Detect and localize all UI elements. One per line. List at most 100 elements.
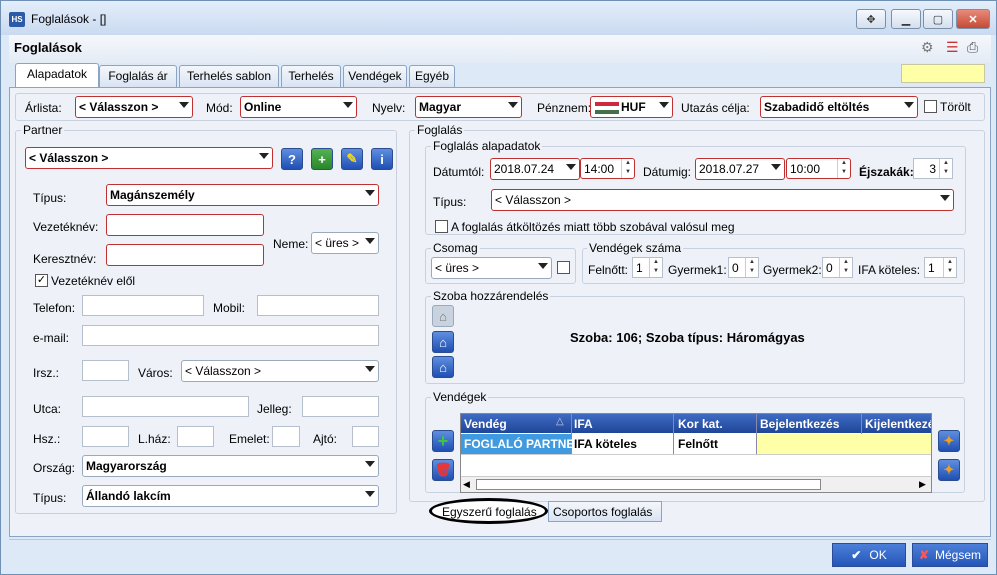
gyermek2-input[interactable]: 0 ▲ ▼ xyxy=(822,257,853,278)
gyermek2-label: Gyermek2: xyxy=(763,263,822,277)
irsz-label: Irsz.: xyxy=(33,366,59,380)
time-to-input[interactable]: 10:00 ▲ ▼ xyxy=(786,158,851,179)
ejszakak-input[interactable]: 3 ▲ ▼ xyxy=(913,158,953,179)
col-bejelentkezes[interactable]: Bejelentkezés xyxy=(760,417,839,431)
tab-csoportos-label: Csoportos foglalás xyxy=(553,505,653,519)
settings-icon[interactable]: ⚙ xyxy=(921,39,934,56)
move-icon[interactable]: ✥ xyxy=(856,9,886,29)
room-edit-icon[interactable]: ⌂ xyxy=(432,331,454,353)
list-icon[interactable]: ☰ xyxy=(946,39,959,56)
minimize-button[interactable]: ▁ xyxy=(891,9,921,29)
tab-terheles-sablon[interactable]: Terhelés sablon xyxy=(179,65,279,87)
lhaz-label: L.ház: xyxy=(138,432,171,446)
arlista-select[interactable]: < Válasszon > xyxy=(75,96,193,118)
gyermek1-input[interactable]: 0 ▲ ▼ xyxy=(728,257,759,278)
check-icon: ✔ xyxy=(851,548,862,562)
guest-action1-icon[interactable]: ✦ xyxy=(938,430,960,452)
orszag-label: Ország: xyxy=(33,461,76,475)
room-add-icon[interactable]: ⌂ xyxy=(432,305,454,327)
scroll-left-icon[interactable]: ◀ xyxy=(463,479,470,490)
hsz-input[interactable] xyxy=(82,426,129,447)
emelet-input[interactable] xyxy=(272,426,300,447)
edit-icon[interactable]: ✎ xyxy=(341,148,363,170)
telefon-input[interactable] xyxy=(82,295,204,316)
email-input[interactable] xyxy=(82,325,379,346)
guest-delete-icon[interactable]: 🗑 xyxy=(432,459,454,481)
gyermek1-label: Gyermek1: xyxy=(668,263,727,277)
datumig-label: Dátumig: xyxy=(643,165,692,179)
ifa-label: IFA köteles: xyxy=(858,263,921,277)
main-window: HS Foglalások - [] ✥ ▁ ▢ ✕ Foglalások ⚙ … xyxy=(0,0,997,575)
felnott-label: Felnőtt: xyxy=(588,263,629,277)
foglalas-tipus-select[interactable]: < Válasszon > xyxy=(491,189,954,211)
neme-select[interactable]: < üres > xyxy=(311,232,379,254)
scroll-thumb[interactable] xyxy=(476,479,821,490)
col-vendeg[interactable]: Vendég xyxy=(464,417,507,431)
tipus-select[interactable]: Magánszemély xyxy=(106,184,379,206)
penznem-label: Pénznem: xyxy=(537,101,592,115)
tipus2-label: Típus: xyxy=(33,491,67,505)
ok-button[interactable]: ✔ OK xyxy=(832,543,906,567)
lhaz-input[interactable] xyxy=(177,426,214,447)
info-icon[interactable]: i xyxy=(371,148,393,170)
hungary-flag-icon xyxy=(595,102,619,114)
guest-add-icon[interactable]: + xyxy=(432,430,454,452)
tipus2-select[interactable]: Állandó lakcím xyxy=(82,485,379,507)
emelet-label: Emelet: xyxy=(229,432,270,446)
vezeteknev-input[interactable] xyxy=(106,214,264,236)
keresztnev-input[interactable] xyxy=(106,244,264,266)
ifa-input[interactable]: 1 ▲ ▼ xyxy=(924,257,957,278)
csomag-checkbox[interactable] xyxy=(557,261,570,274)
torolt-checkbox[interactable] xyxy=(924,100,937,113)
tab-vendegek[interactable]: Vendégek xyxy=(343,65,407,87)
partner-select[interactable]: < Válasszon > xyxy=(25,147,273,169)
tab-foglalas-ar[interactable]: Foglalás ár xyxy=(99,65,177,87)
szoba-info: Szoba: 106; Szoba típus: Háromágyas xyxy=(570,330,805,345)
orszag-select[interactable]: Magyarország xyxy=(82,455,379,477)
scroll-right-icon[interactable]: ▶ xyxy=(919,479,926,490)
datumtol-picker[interactable]: 2018.07.24 xyxy=(490,158,580,180)
atkoltozes-checkbox[interactable] xyxy=(435,220,448,233)
jelleg-input[interactable] xyxy=(302,396,379,417)
guest-action2-icon[interactable]: ✦ xyxy=(938,459,960,481)
help-icon[interactable]: ? xyxy=(281,148,303,170)
col-kijelentkezes[interactable]: Kijelentkezé xyxy=(865,417,931,431)
app-icon: HS xyxy=(9,12,25,27)
felnott-input[interactable]: 1 ▲ ▼ xyxy=(632,257,663,278)
room-remove-icon[interactable]: ⌂ xyxy=(432,356,454,378)
status-field xyxy=(901,64,985,83)
tab-terheles[interactable]: Terhelés xyxy=(281,65,341,87)
cancel-button[interactable]: ✘ Mégsem xyxy=(912,543,988,567)
guest-table: Vendég △ IFA Kor kat. Bejelentkezés Kije… xyxy=(460,413,932,493)
cell-vendeg: FOGLALÓ PARTNER xyxy=(464,437,584,451)
tab-egyeb[interactable]: Egyéb xyxy=(409,65,455,87)
nyelv-select[interactable]: Magyar xyxy=(415,96,522,118)
mod-select[interactable]: Online xyxy=(240,96,357,118)
irsz-input[interactable] xyxy=(82,360,129,381)
cancel-icon: ✘ xyxy=(918,548,930,562)
col-ifa[interactable]: IFA xyxy=(574,417,593,431)
mobil-input[interactable] xyxy=(257,295,379,316)
page-title: Foglalások xyxy=(14,40,82,55)
utazas-select[interactable]: Szabadidő eltöltés xyxy=(760,96,918,118)
szoba-title: Szoba hozzárendelés xyxy=(431,289,551,303)
csomag-select[interactable]: < üres > xyxy=(431,257,552,279)
penznem-select[interactable]: HUF xyxy=(590,96,673,118)
col-kor[interactable]: Kor kat. xyxy=(678,417,723,431)
time-from-input[interactable]: 14:00 ▲ ▼ xyxy=(580,158,635,179)
cell-bejelentkezes[interactable] xyxy=(757,434,931,454)
varos-select[interactable]: < Válasszon > xyxy=(181,360,379,382)
vezeteknev-elol-checkbox[interactable]: ✓ xyxy=(35,274,48,287)
datumig-picker[interactable]: 2018.07.27 xyxy=(695,158,785,180)
print-icon[interactable]: ⎙ xyxy=(967,39,978,56)
tab-alapadatok[interactable]: Alapadatok xyxy=(15,63,99,88)
horizontal-scrollbar[interactable]: ◀ ▶ xyxy=(461,476,931,492)
varos-label: Város: xyxy=(138,366,173,380)
datumtol-label: Dátumtól: xyxy=(433,165,485,179)
add-icon[interactable]: + xyxy=(311,148,333,170)
utca-input[interactable] xyxy=(82,396,249,417)
maximize-button[interactable]: ▢ xyxy=(923,9,953,29)
ajto-input[interactable] xyxy=(352,426,379,447)
close-button[interactable]: ✕ xyxy=(956,9,990,29)
mod-label: Mód: xyxy=(206,101,233,115)
